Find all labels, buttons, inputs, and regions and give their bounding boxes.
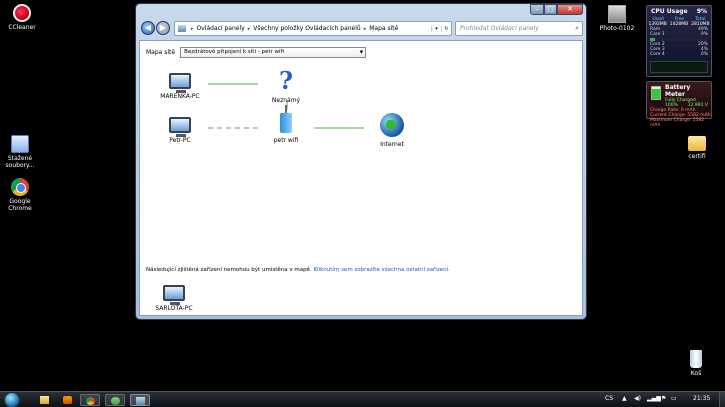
clock[interactable]: 21:35 bbox=[693, 395, 710, 402]
network-map-window[interactable]: – □ ✕ ◀ ▶ ▸ Ovládací panely ▸ Všechny po… bbox=[135, 3, 587, 320]
core-bar bbox=[650, 38, 708, 41]
close-button[interactable]: ✕ bbox=[557, 4, 583, 15]
downloads-icon bbox=[11, 135, 29, 153]
cpu-usage-value: 9% bbox=[696, 8, 707, 15]
media-player-icon bbox=[62, 396, 72, 404]
network-map-content: Mapa sítě Bezdrátové připojení k síti - … bbox=[139, 40, 583, 316]
notice-text: Následující zjištěná zařízení nemohou bý… bbox=[146, 267, 312, 273]
battery-info-line: Maximum Charge: 5582 mAh bbox=[650, 118, 705, 128]
desktop-icon-label: Stažené soubory... bbox=[5, 155, 35, 169]
search-input[interactable]: Prohledat Ovládací panely ⌕ bbox=[455, 21, 583, 36]
node-label: Internet bbox=[380, 141, 404, 148]
computer-icon bbox=[163, 285, 185, 305]
battery-meter-gadget[interactable]: Battery Meter Fully Charged 100% 12.991 … bbox=[646, 81, 712, 128]
breadcrumb-chevron-icon[interactable]: ▸ bbox=[191, 26, 194, 32]
address-dropdown-icon[interactable]: ▾ bbox=[431, 25, 441, 32]
battery-icon bbox=[651, 86, 661, 100]
link-wifi-internet bbox=[314, 127, 364, 129]
forward-button[interactable]: ▶ bbox=[156, 21, 170, 35]
cpu-gadget-title: CPU Usage bbox=[651, 8, 688, 15]
cpu-col-value: 1428MB bbox=[669, 22, 689, 27]
ccleaner-icon bbox=[13, 4, 31, 22]
link-marenka-unknown bbox=[208, 83, 258, 85]
flag-icon[interactable]: ⚑ bbox=[661, 395, 666, 402]
desktop-icon-label: Koš bbox=[690, 370, 702, 377]
network-node-internet[interactable]: Internet bbox=[362, 113, 422, 148]
globe-icon bbox=[380, 113, 404, 137]
node-label: petr wifi bbox=[273, 137, 299, 144]
start-button[interactable] bbox=[4, 392, 20, 407]
desktop-icon-certifi[interactable]: certifi bbox=[675, 133, 719, 160]
chrome-icon bbox=[11, 178, 29, 196]
desktop-icon-photo[interactable]: Photo-0102 bbox=[595, 5, 639, 32]
cpu-usage-gadget[interactable]: CPU Usage 9% Used Free Total 1392MB 1428… bbox=[646, 5, 712, 77]
node-label: MARENKA-PC bbox=[160, 93, 200, 100]
minimize-button[interactable]: – bbox=[530, 4, 544, 15]
taskbar-control-panel[interactable] bbox=[130, 394, 150, 406]
core-row: Core 1 9% bbox=[650, 32, 708, 37]
desktop-icon-label: CCleaner bbox=[8, 24, 36, 31]
refresh-icon[interactable]: ↻ bbox=[441, 25, 451, 32]
desktop-icon-label: Google Chrome bbox=[8, 198, 32, 212]
map-label: Mapa sítě bbox=[146, 49, 176, 56]
breadcrumb-chevron-icon[interactable]: ▸ bbox=[248, 26, 251, 32]
maximize-button[interactable]: □ bbox=[544, 4, 557, 15]
desktop-icon-ccleaner[interactable]: CCleaner bbox=[0, 4, 44, 31]
cpu-history-graph bbox=[650, 61, 708, 73]
show-desktop-button[interactable] bbox=[719, 392, 725, 407]
taskbar-explorer[interactable] bbox=[34, 394, 54, 406]
folder-icon bbox=[688, 136, 706, 151]
battery-tray-icon[interactable]: ▭ bbox=[671, 395, 677, 402]
network-node-petr-wifi[interactable]: petr wifi bbox=[256, 105, 316, 144]
taskbar-media-player[interactable] bbox=[57, 394, 77, 406]
taskbar-chrome[interactable] bbox=[80, 394, 100, 406]
node-label: SARLOTA-PC bbox=[155, 305, 193, 312]
photo-icon bbox=[608, 5, 626, 23]
control-panel-icon bbox=[178, 25, 186, 32]
search-icon[interactable]: ⌕ bbox=[575, 24, 579, 33]
node-label: Petr-PC bbox=[169, 137, 191, 144]
computer-icon bbox=[169, 117, 191, 137]
breadcrumb-chevron-icon[interactable]: ▸ bbox=[364, 26, 367, 32]
network-node-petr-pc[interactable]: Petr-PC bbox=[150, 113, 210, 144]
breadcrumb-item[interactable]: Všechny položky Ovládacích panelů bbox=[253, 25, 361, 32]
address-bar[interactable]: ▸ Ovládací panely ▸ Všechny položky Ovlá… bbox=[174, 21, 452, 36]
link-petr-pc-wifi bbox=[208, 127, 258, 129]
network-select[interactable]: Bezdrátové připojení k síti - petr wifi bbox=[180, 47, 367, 58]
desktop-icon-recycle-bin[interactable]: Koš bbox=[674, 350, 718, 377]
messenger-icon bbox=[110, 397, 120, 405]
desktop-icon-label: certifi bbox=[688, 153, 706, 160]
core-row: Core 4 0% bbox=[650, 52, 708, 57]
search-placeholder: Prohledat Ovládací panely bbox=[460, 25, 539, 32]
unplaced-devices-notice: Následující zjištěná zařízení nemohou bý… bbox=[146, 267, 450, 273]
back-button[interactable]: ◀ bbox=[141, 21, 155, 35]
breadcrumb-item[interactable]: Ovládací panely bbox=[197, 25, 245, 32]
language-indicator[interactable]: CS bbox=[605, 395, 613, 402]
desktop-icon-downloads[interactable]: Stažené soubory... bbox=[0, 135, 42, 169]
router-icon bbox=[280, 105, 292, 133]
control-panel-icon bbox=[135, 397, 145, 405]
network-node-sarlota-pc[interactable]: SARLOTA-PC bbox=[144, 281, 204, 312]
chrome-icon bbox=[85, 397, 95, 405]
desktop-icon-label: Photo-0102 bbox=[599, 25, 635, 32]
show-all-devices-link[interactable]: Kliknutím sem zobrazíte všechna ostatní … bbox=[313, 267, 449, 273]
recycle-bin-icon bbox=[690, 350, 702, 368]
network-node-unknown[interactable]: ? Neznámý bbox=[256, 66, 316, 105]
computer-icon bbox=[169, 73, 191, 93]
tray-expand-icon[interactable]: ▲ bbox=[622, 395, 627, 402]
desktop-icon-chrome[interactable]: Google Chrome bbox=[0, 178, 42, 212]
network-node-marenka-pc[interactable]: MARENKA-PC bbox=[150, 69, 210, 100]
network-signal-icon[interactable]: ▂▄▆ bbox=[647, 395, 661, 402]
taskbar: CS ▲ ◀) ▂▄▆ ⚑ ▭ 21:35 bbox=[0, 391, 725, 407]
node-label: Neznámý bbox=[271, 97, 301, 104]
breadcrumb-item[interactable]: Mapa sítě bbox=[369, 25, 398, 32]
taskbar-messenger[interactable] bbox=[105, 394, 125, 406]
question-mark-icon: ? bbox=[278, 66, 294, 95]
volume-icon[interactable]: ◀) bbox=[634, 395, 641, 402]
folder-icon bbox=[39, 396, 49, 404]
title-bar[interactable]: – □ ✕ ◀ ▶ ▸ Ovládací panely ▸ Všechny po… bbox=[136, 4, 586, 38]
